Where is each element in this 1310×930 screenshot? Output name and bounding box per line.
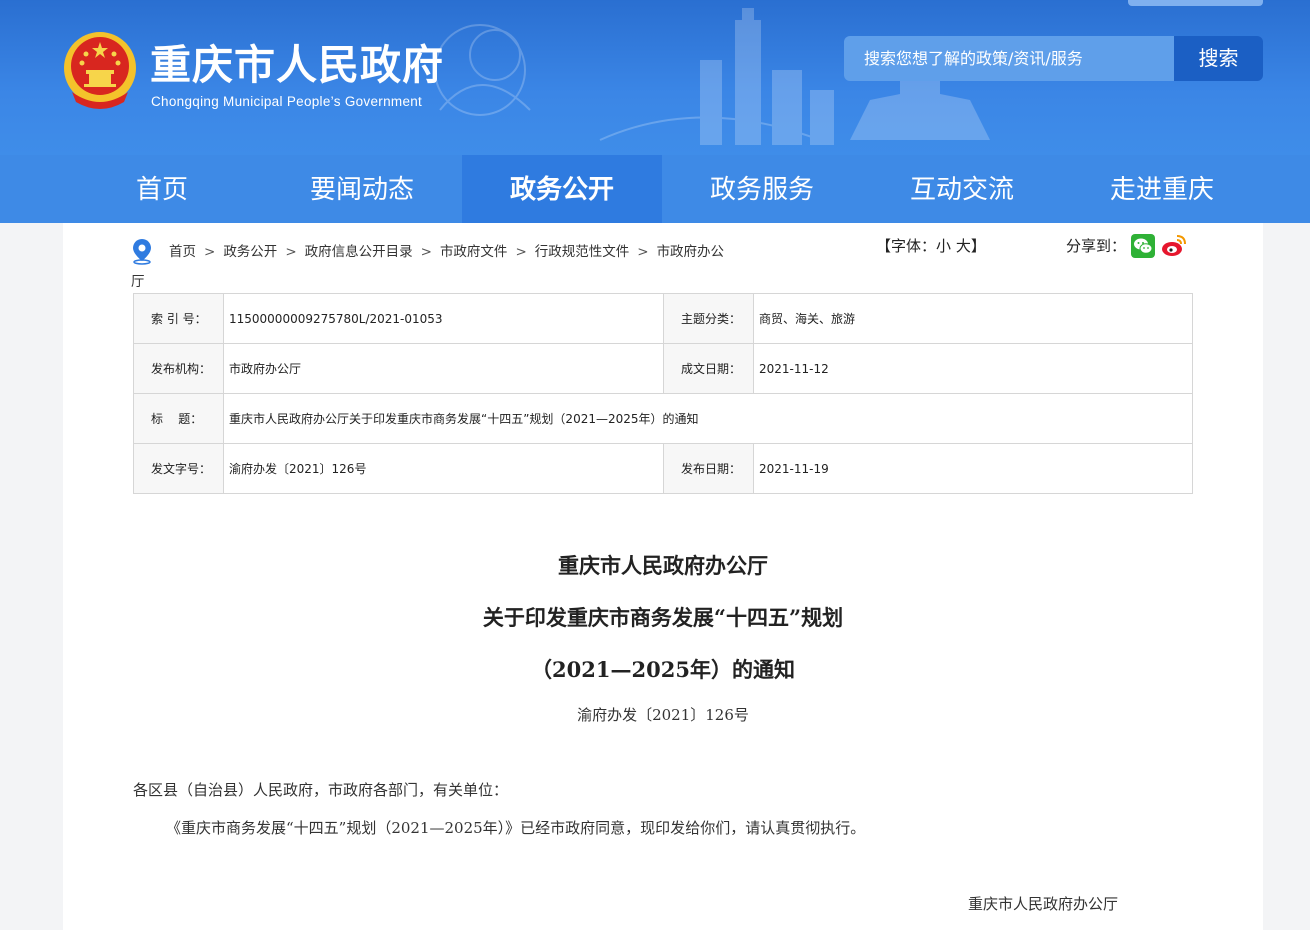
- nav-item-home[interactable]: 首页: [62, 155, 262, 223]
- weibo-icon[interactable]: [1161, 234, 1187, 258]
- site-title[interactable]: 重庆市人民政府: [150, 40, 444, 90]
- main-nav: 首页 要闻动态 政务公开 政务服务 互动交流 走进重庆: [0, 155, 1310, 223]
- font-size-small-button[interactable]: 小: [936, 237, 951, 255]
- document-metadata-table: 索 引 号： 11500000009275780L/2021-01053 主题分…: [133, 293, 1193, 494]
- nav-item-about-chongqing[interactable]: 走进重庆: [1062, 155, 1262, 223]
- wechat-icon[interactable]: [1131, 234, 1155, 258]
- issuer-label: 发布机构：: [133, 343, 224, 394]
- signature: 重庆市人民政府办公厅: [968, 895, 1119, 913]
- index-number-label: 索 引 号：: [133, 293, 224, 344]
- breadcrumb-normative-documents[interactable]: 行政规范性文件: [535, 244, 630, 260]
- document-number: 渝府办发〔2021〕126号: [577, 706, 749, 724]
- written-date-value: 2021-11-12: [753, 343, 1193, 394]
- table-row: 标 题： 重庆市人民政府办公厅关于印发重庆市商务发展“十四五”规划（2021—2…: [133, 393, 1193, 444]
- table-row: 发布机构： 市政府办公厅 成文日期： 2021-11-12: [133, 343, 1193, 394]
- publish-date-value: 2021-11-19: [753, 443, 1193, 494]
- nav-item-news[interactable]: 要闻动态: [262, 155, 462, 223]
- font-size-label: 【字体：: [876, 237, 937, 255]
- breadcrumb: 首页 > 政务公开 > 政府信息公开目录 > 市政府文件 > 行政规范性文件 > 市政府办公 厅: [131, 237, 773, 297]
- nav-item-government-affairs[interactable]: 政务公开: [462, 155, 662, 223]
- issuer-value: 市政府办公厅: [223, 343, 664, 394]
- search-input[interactable]: 搜索您想了解的政策/资讯/服务: [844, 36, 1174, 81]
- breadcrumb-separator: >: [637, 244, 649, 260]
- document-number-label: 发文字号：: [133, 443, 224, 494]
- font-size-bracket: 】: [970, 237, 986, 255]
- table-row: 索 引 号： 11500000009275780L/2021-01053 主题分…: [133, 293, 1193, 344]
- search-button[interactable]: 搜索: [1174, 36, 1263, 81]
- breadcrumb-info-directory[interactable]: 政府信息公开目录: [305, 244, 413, 260]
- written-date-label: 成文日期：: [663, 343, 754, 394]
- site-subtitle: Chongqing Municipal People’s Government: [151, 94, 423, 109]
- breadcrumb-general-office[interactable]: 市政府办公: [657, 244, 725, 260]
- site-header: 重庆市人民政府 Chongqing Municipal People’s Gov…: [0, 0, 1310, 155]
- table-row: 发文字号： 渝府办发〔2021〕126号 发布日期： 2021-11-19: [133, 443, 1193, 494]
- share-label: 分享到：: [1066, 237, 1127, 255]
- breadcrumb-separator: >: [285, 244, 297, 260]
- document-title-line-3: （2021—2025年）的通知: [531, 657, 795, 682]
- nav-item-interaction[interactable]: 互动交流: [862, 155, 1062, 223]
- title-value: 重庆市人民政府办公厅关于印发重庆市商务发展“十四五”规划（2021—2025年）…: [223, 393, 1193, 444]
- breadcrumb-separator: >: [515, 244, 527, 260]
- topic-category-value: 商贸、海关、旅游: [753, 293, 1193, 344]
- body-paragraph: 《重庆市商务发展“十四五”规划（2021—2025年）》已经市政府同意，现印发给…: [166, 819, 866, 837]
- topic-category-label: 主题分类：: [663, 293, 754, 344]
- index-number-value: 11500000009275780L/2021-01053: [223, 293, 664, 344]
- location-pin-icon: [133, 239, 151, 265]
- national-emblem-icon: [64, 32, 136, 109]
- nav-item-services[interactable]: 政务服务: [662, 155, 862, 223]
- breadcrumb-government-affairs[interactable]: 政务公开: [223, 244, 277, 260]
- breadcrumb-home[interactable]: 首页: [169, 244, 196, 260]
- breadcrumb-separator: >: [420, 244, 432, 260]
- breadcrumb-municipal-documents[interactable]: 市政府文件: [440, 244, 508, 260]
- title-label: 标 题：: [133, 393, 224, 444]
- breadcrumb-separator: >: [204, 244, 216, 260]
- document-title-line-1: 重庆市人民政府办公厅: [558, 553, 768, 578]
- document-number-value: 渝府办发〔2021〕126号: [223, 443, 664, 494]
- font-size-large-button[interactable]: 大: [956, 237, 971, 255]
- salutation: 各区县（自治县）人民政府，市政府各部门，有关单位：: [133, 781, 509, 799]
- font-size-control: 【字体：小 大】: [876, 235, 986, 257]
- document-title-line-2: 关于印发重庆市商务发展“十四五”规划: [482, 605, 844, 630]
- publish-date-label: 发布日期：: [663, 443, 754, 494]
- content-panel: 首页 > 政务公开 > 政府信息公开目录 > 市政府文件 > 行政规范性文件 > 市政府办公 厅 【…: [63, 223, 1263, 930]
- top-tab[interactable]: [1128, 0, 1263, 6]
